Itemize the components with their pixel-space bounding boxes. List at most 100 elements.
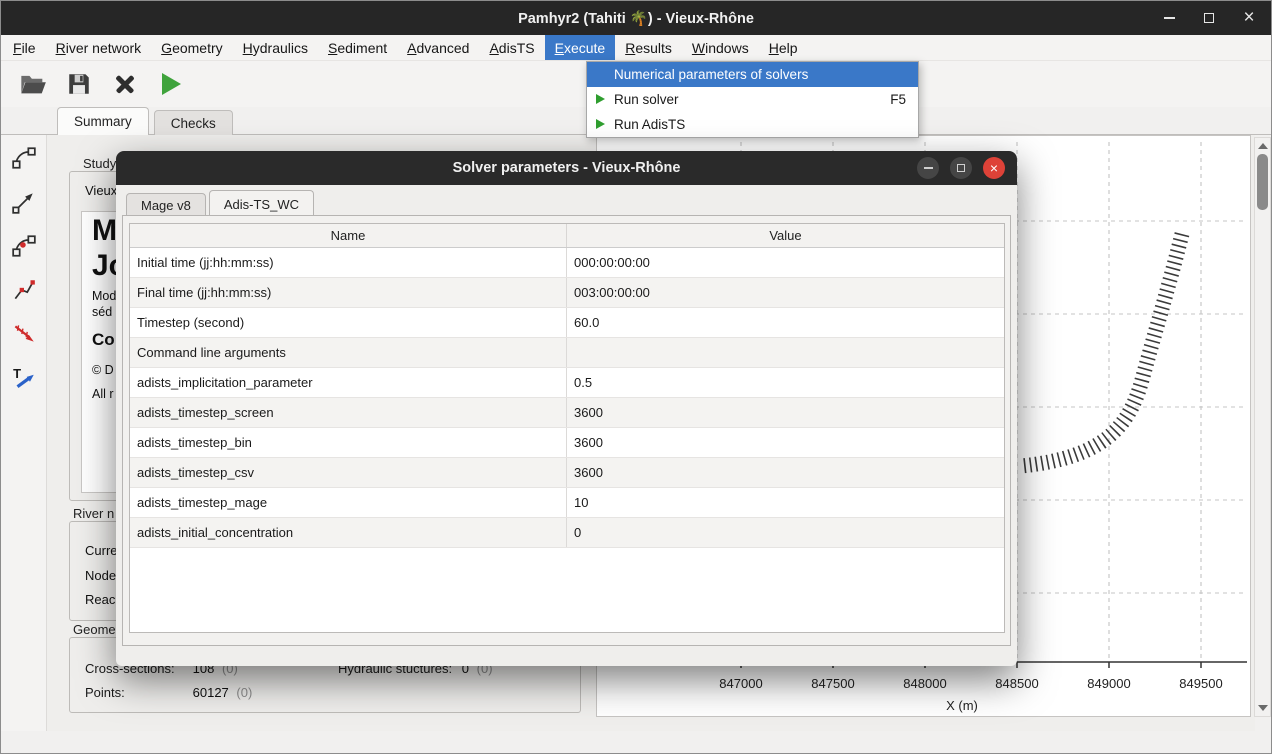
close-icon[interactable]: × — [1241, 10, 1257, 26]
param-value-cell[interactable]: 10 — [567, 488, 1004, 517]
menu-help[interactable]: Help — [759, 35, 808, 60]
param-name-cell[interactable]: adists_implicitation_parameter — [130, 368, 567, 397]
scroll-up-icon[interactable] — [1258, 143, 1268, 149]
param-name-cell[interactable]: adists_timestep_screen — [130, 398, 567, 427]
study-name-text: Vieux — [85, 183, 117, 198]
open-button[interactable] — [13, 64, 53, 104]
menu-geometry[interactable]: Geometry — [151, 35, 232, 60]
param-value-cell[interactable]: 0 — [567, 518, 1004, 547]
param-value-cell[interactable]: 3600 — [567, 428, 1004, 457]
param-row-adists-initial-concentration[interactable]: adists_initial_concentration0 — [130, 518, 1004, 548]
x-tick-label: 849000 — [1087, 676, 1130, 691]
menu-hydraulics[interactable]: Hydraulics — [233, 35, 318, 60]
menubar: FileRiver networkGeometryHydraulicsSedim… — [1, 35, 1271, 61]
river-network-button[interactable] — [7, 141, 41, 175]
river-network-row-label: Reac — [85, 592, 115, 607]
menu-advanced[interactable]: Advanced — [397, 35, 479, 60]
river-network-icon — [11, 145, 37, 171]
dialog-minimize-icon[interactable] — [917, 157, 939, 179]
tab-summary[interactable]: Summary — [57, 107, 149, 135]
param-name-cell[interactable]: adists_timestep_csv — [130, 458, 567, 487]
menu-item-run-solver[interactable]: Run solver F5 — [587, 87, 918, 112]
dialog-tab-mage-v8[interactable]: Mage v8 — [126, 193, 206, 217]
param-name-cell[interactable]: Timestep (second) — [130, 308, 567, 337]
menu-windows[interactable]: Windows — [682, 35, 759, 60]
description-line: All r — [92, 387, 114, 401]
close-project-button[interactable] — [105, 64, 145, 104]
translation-button[interactable]: T — [7, 361, 41, 395]
menu-file[interactable]: File — [3, 35, 46, 60]
table-header: Name Value — [130, 224, 1004, 248]
maximize-icon[interactable] — [1201, 10, 1217, 26]
minimize-icon[interactable] — [1161, 10, 1177, 26]
param-row-initial-time-jj-hh-mm-ss[interactable]: Initial time (jj:hh:mm:ss)000:00:00:00 — [130, 248, 1004, 278]
river-network-group-label: River n — [69, 506, 116, 521]
param-value-cell[interactable]: 60.0 — [567, 308, 1004, 337]
menu-results[interactable]: Results — [615, 35, 682, 60]
param-row-adists-timestep-mage[interactable]: adists_timestep_mage10 — [130, 488, 1004, 518]
window-titlebar: Pamhyr2 (Tahiti 🌴) - Vieux-Rhône × — [1, 1, 1271, 35]
param-name-cell[interactable]: Initial time (jj:hh:mm:ss) — [130, 248, 567, 277]
param-value-cell[interactable]: 003:00:00:00 — [567, 278, 1004, 307]
cross-section-profile-button[interactable] — [7, 317, 41, 351]
play-icon — [596, 119, 605, 129]
river-cross-sections — [1021, 234, 1182, 466]
param-row-adists-timestep-csv[interactable]: adists_timestep_csv3600 — [130, 458, 1004, 488]
menu-river-network[interactable]: River network — [46, 35, 152, 60]
param-row-timestep-second[interactable]: Timestep (second)60.0 — [130, 308, 1004, 338]
close-x-icon — [113, 72, 137, 96]
param-row-adists-implicitation-parameter[interactable]: adists_implicitation_parameter0.5 — [130, 368, 1004, 398]
param-row-adists-timestep-screen[interactable]: adists_timestep_screen3600 — [130, 398, 1004, 428]
menu-item-numerical-parameters-of-solvers[interactable]: Numerical parameters of solvers — [587, 62, 918, 87]
river-network-row-label: Node — [85, 568, 116, 583]
save-button[interactable] — [59, 64, 99, 104]
param-name-cell[interactable]: adists_timestep_bin — [130, 428, 567, 457]
column-header-value: Value — [567, 224, 1004, 247]
param-row-adists-timestep-bin[interactable]: adists_timestep_bin3600 — [130, 428, 1004, 458]
param-row-command-line-arguments[interactable]: Command line arguments — [130, 338, 1004, 368]
menu-item-label: Run solver — [614, 92, 679, 107]
reach-button[interactable] — [7, 185, 41, 219]
menu-item-shortcut: F5 — [890, 92, 906, 107]
tab-checks[interactable]: Checks — [154, 110, 233, 135]
stat-label: Points: — [85, 685, 189, 700]
open-folder-icon — [19, 70, 47, 98]
menu-adists[interactable]: AdisTS — [479, 35, 544, 60]
dialog-close-icon[interactable]: × — [983, 157, 1005, 179]
reach-arrow-icon — [11, 189, 37, 215]
table-body: Initial time (jj:hh:mm:ss)000:00:00:00Fi… — [130, 248, 1004, 548]
dialog-maximize-icon[interactable] — [950, 157, 972, 179]
execute-menu-dropdown: Numerical parameters of solvers Run solve… — [586, 61, 919, 138]
network-path-button[interactable] — [7, 273, 41, 307]
menu-item-label: Numerical parameters of solvers — [614, 67, 808, 82]
param-name-cell[interactable]: Final time (jj:hh:mm:ss) — [130, 278, 567, 307]
network-path-icon — [11, 277, 37, 303]
scrollbar-thumb[interactable] — [1257, 154, 1268, 210]
x-tick-label: 847500 — [811, 676, 854, 691]
dialog-tab-adis-ts-wc[interactable]: Adis-TS_WC — [209, 190, 314, 217]
translation-icon: T — [11, 365, 37, 391]
description-line: © D — [92, 363, 114, 377]
dialog-tabbar: Mage v8Adis-TS_WC — [126, 189, 317, 216]
param-value-cell[interactable]: 0.5 — [567, 368, 1004, 397]
current-node-button[interactable] — [7, 229, 41, 263]
menu-execute[interactable]: Execute — [545, 35, 616, 60]
river-network-row-label: Curre — [85, 543, 118, 558]
vertical-scrollbar[interactable] — [1254, 137, 1271, 717]
param-value-cell[interactable]: 3600 — [567, 398, 1004, 427]
param-row-final-time-jj-hh-mm-ss[interactable]: Final time (jj:hh:mm:ss)003:00:00:00 — [130, 278, 1004, 308]
scroll-down-icon[interactable] — [1258, 705, 1268, 711]
param-value-cell[interactable]: 000:00:00:00 — [567, 248, 1004, 277]
points-stat: Points: 60127 (0) — [85, 685, 252, 700]
description-line: Mod — [92, 289, 116, 303]
param-name-cell[interactable]: adists_initial_concentration — [130, 518, 567, 547]
param-value-cell[interactable] — [567, 338, 1004, 367]
menu-item-run-adists[interactable]: Run AdisTS — [587, 112, 918, 137]
menu-sediment[interactable]: Sediment — [318, 35, 397, 60]
cross-section-profile-icon — [11, 321, 37, 347]
param-value-cell[interactable]: 3600 — [567, 458, 1004, 487]
application-window: Pamhyr2 (Tahiti 🌴) - Vieux-Rhône × FileR… — [0, 0, 1272, 754]
param-name-cell[interactable]: adists_timestep_mage — [130, 488, 567, 517]
run-button[interactable] — [151, 64, 191, 104]
param-name-cell[interactable]: Command line arguments — [130, 338, 567, 367]
